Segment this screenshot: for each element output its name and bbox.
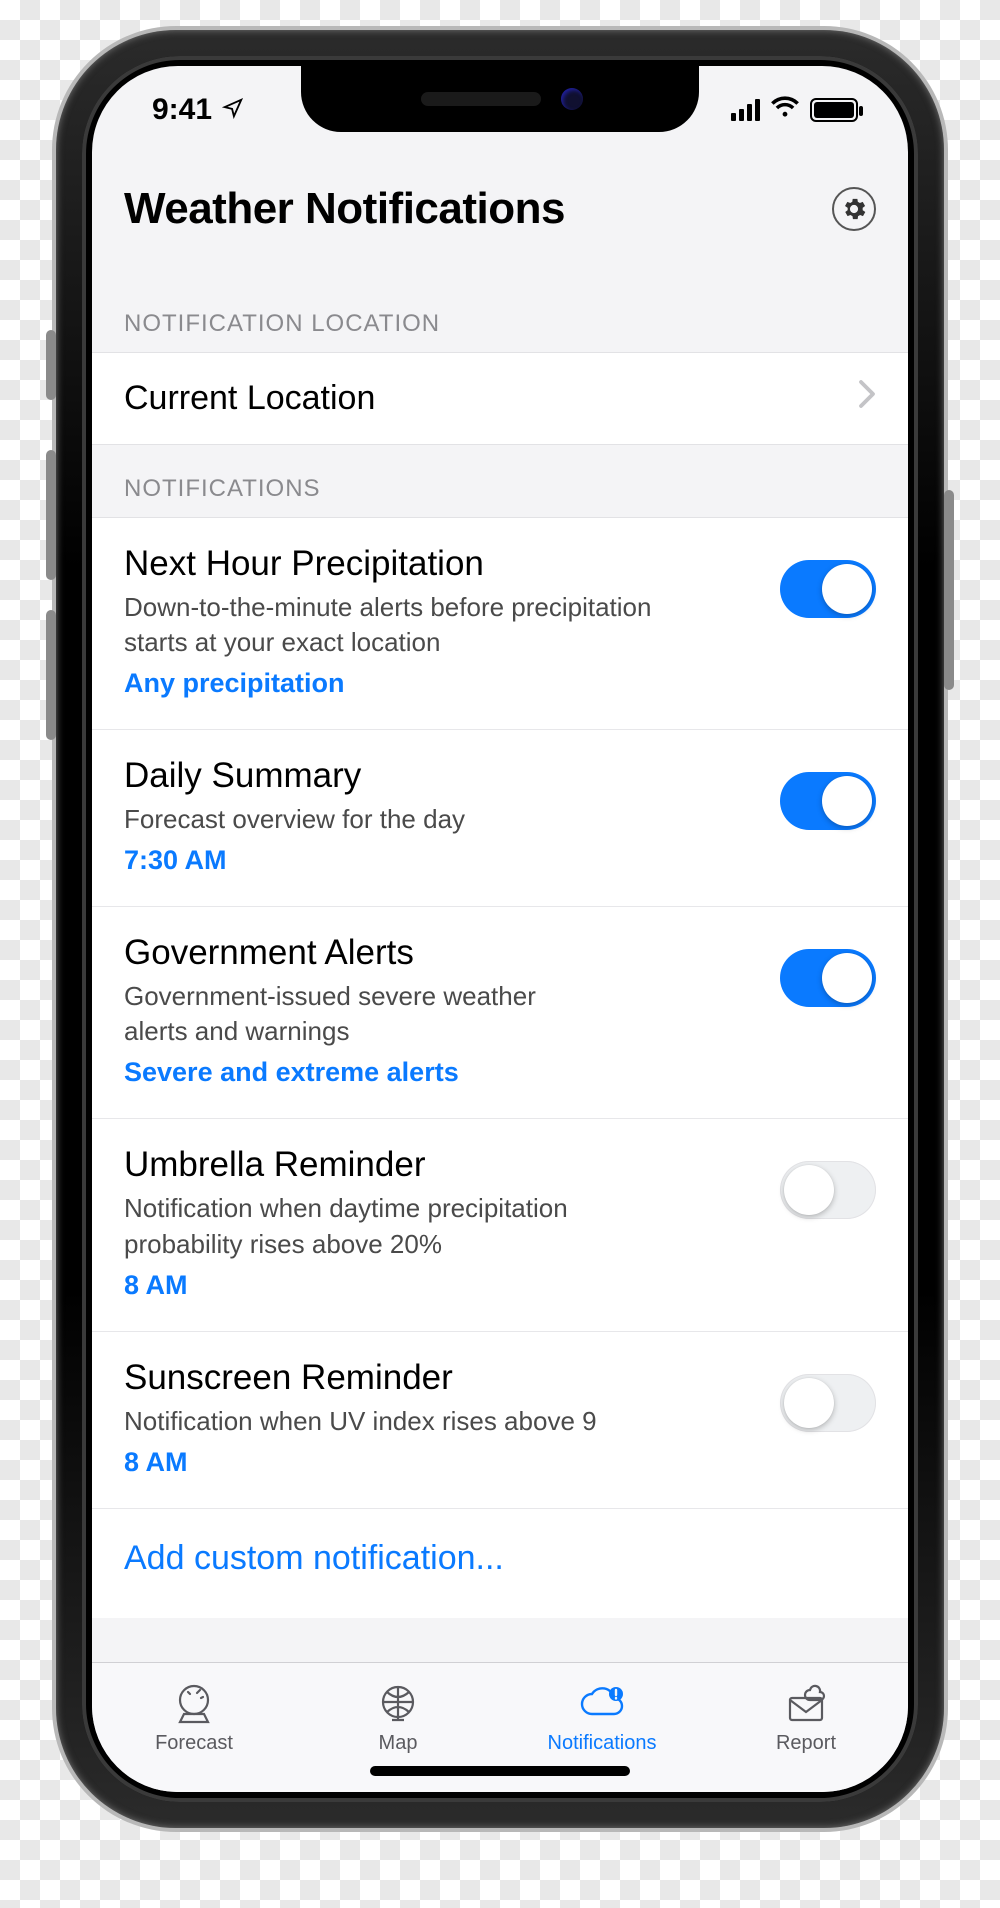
toggle-government-alerts[interactable] [780,949,876,1007]
toggle-daily-summary[interactable] [780,772,876,830]
cell-meta[interactable]: 8 AM [124,1270,760,1301]
cell-desc: Down-to-the-minute alerts before precipi… [124,590,684,660]
section-label-notifications: NOTIFICATIONS [92,445,908,517]
tab-forecast[interactable]: Forecast [92,1663,296,1774]
phone-frame: 9:41 Weather Notifications [56,30,944,1828]
globe-icon [373,1682,423,1726]
location-arrow-icon [222,95,244,126]
cell-meta[interactable]: 8 AM [124,1447,760,1478]
tab-label: Forecast [155,1732,233,1755]
notification-government-alerts[interactable]: Government Alerts Government-issued seve… [92,907,908,1119]
cell-title: Sunscreen Reminder [124,1358,760,1398]
cell-desc: Notification when daytime precipitation … [124,1191,684,1261]
notification-sunscreen-reminder[interactable]: Sunscreen Reminder Notification when UV … [92,1332,908,1509]
cell-title: Next Hour Precipitation [124,544,760,584]
cell-title: Government Alerts [124,933,760,973]
notch [301,66,699,132]
cell-title: Daily Summary [124,756,760,796]
side-button [944,490,954,690]
tab-label: Notifications [548,1732,657,1755]
cell-title: Umbrella Reminder [124,1145,760,1185]
toggle-next-hour-precipitation[interactable] [780,560,876,618]
notifications-list: Next Hour Precipitation Down-to-the-minu… [92,517,908,1618]
status-time: 9:41 [152,93,212,127]
cell-desc: Government-issued severe weather alerts … [124,979,584,1049]
settings-button[interactable] [832,187,876,231]
volume-down-button [46,610,56,740]
cell-meta[interactable]: Any precipitation [124,668,760,699]
tab-label: Report [776,1732,836,1755]
cell-desc: Forecast overview for the day [124,802,684,837]
cell-meta[interactable]: 7:30 AM [124,845,760,876]
envelope-cloud-icon [781,1682,831,1726]
screen: 9:41 Weather Notifications [92,66,908,1792]
tab-report[interactable]: Report [704,1663,908,1774]
current-location-label: Current Location [124,379,375,418]
gear-icon [840,195,868,223]
page-title: Weather Notifications [124,184,565,234]
current-location-row[interactable]: Current Location [92,352,908,445]
home-indicator[interactable] [370,1766,630,1776]
cell-desc: Notification when UV index rises above 9 [124,1404,684,1439]
chevron-right-icon [858,379,876,418]
section-label-location: NOTIFICATION LOCATION [92,280,908,352]
toggle-umbrella-reminder[interactable] [780,1161,876,1219]
notification-umbrella-reminder[interactable]: Umbrella Reminder Notification when dayt… [92,1119,908,1331]
page-header: Weather Notifications [92,154,908,280]
notification-next-hour-precipitation[interactable]: Next Hour Precipitation Down-to-the-minu… [92,518,908,730]
volume-up-button [46,450,56,580]
notification-daily-summary[interactable]: Daily Summary Forecast overview for the … [92,730,908,907]
add-custom-notification[interactable]: Add custom notification... [92,1509,908,1618]
cell-meta[interactable]: Severe and extreme alerts [124,1057,760,1088]
tab-map[interactable]: Map [296,1663,500,1774]
tab-notifications[interactable]: Notifications [500,1663,704,1774]
mute-switch [46,330,56,400]
battery-icon [810,98,858,122]
crystal-ball-icon [169,1682,219,1726]
cellular-signal-icon [731,99,760,121]
tab-label: Map [379,1732,418,1755]
cloud-alert-icon [577,1682,627,1726]
toggle-sunscreen-reminder[interactable] [780,1374,876,1432]
wifi-icon [770,93,800,127]
